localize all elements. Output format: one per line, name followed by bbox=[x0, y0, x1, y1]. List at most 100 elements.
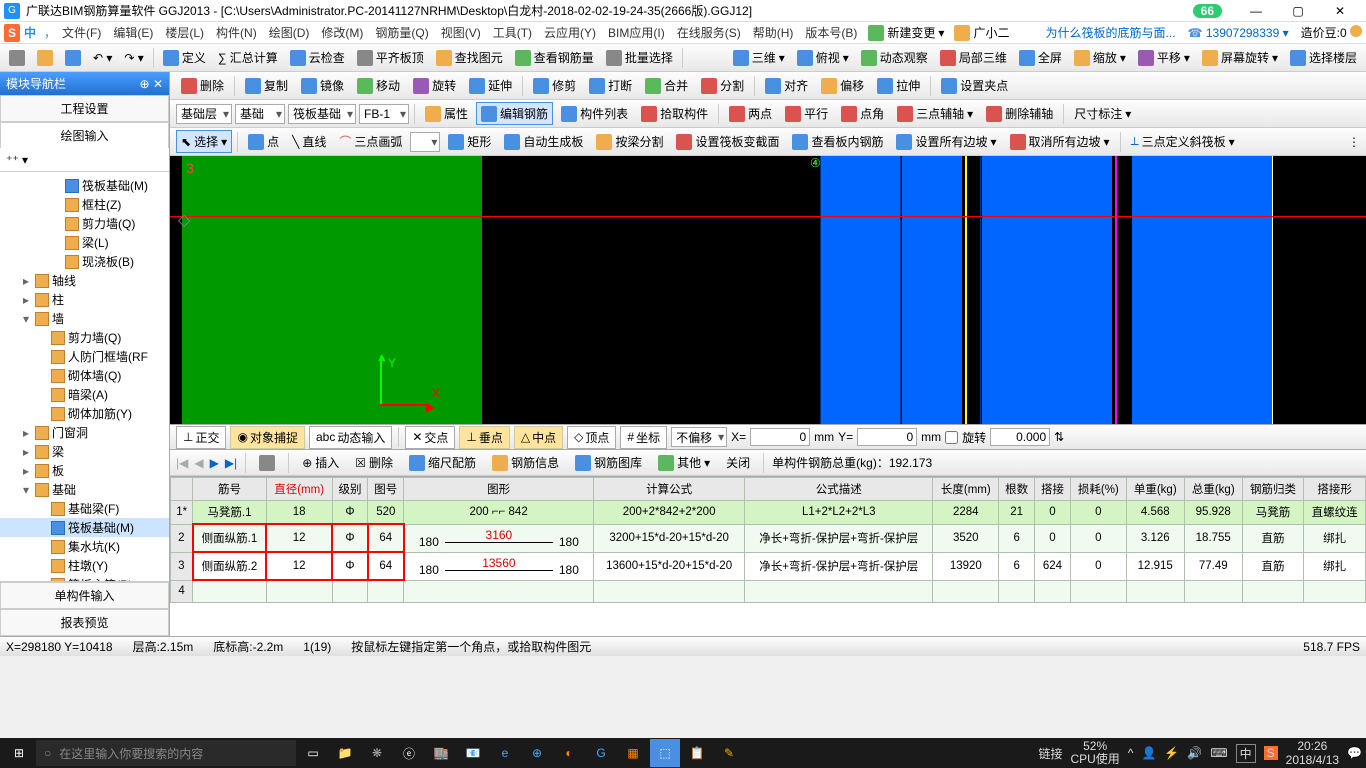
minimize-button[interactable]: — bbox=[1242, 4, 1270, 18]
tree-item[interactable]: ▸柱 bbox=[0, 290, 169, 309]
col-header[interactable]: 根数 bbox=[999, 478, 1035, 501]
cell[interactable]: 直螺纹连 bbox=[1304, 501, 1366, 525]
draw-combo[interactable] bbox=[410, 132, 440, 152]
offset-combo[interactable]: 不偏移 bbox=[671, 427, 727, 447]
notification-badge[interactable]: 66 bbox=[1193, 4, 1222, 18]
maximize-button[interactable]: ▢ bbox=[1284, 4, 1312, 18]
auto-gen-button[interactable]: 自动生成板 bbox=[499, 130, 588, 153]
cell[interactable] bbox=[1126, 580, 1184, 602]
cell[interactable]: 侧面纵筋.2 bbox=[193, 552, 266, 580]
cell[interactable] bbox=[1035, 580, 1071, 602]
phone-link[interactable]: ☎ 13907298339 ▾ bbox=[1188, 26, 1289, 40]
tree-item[interactable]: ▾基础 bbox=[0, 480, 169, 499]
edit-延伸[interactable]: 延伸 bbox=[464, 74, 517, 97]
three-point-aux-button[interactable]: 三点辅轴 ▾ bbox=[892, 102, 978, 125]
cell[interactable]: 18 bbox=[266, 501, 332, 525]
cell[interactable]: 0 bbox=[1035, 501, 1071, 525]
tray-volume-icon[interactable]: 🔊 bbox=[1187, 746, 1202, 760]
tree-item[interactable]: ▸门窗洞 bbox=[0, 423, 169, 442]
edit-分割[interactable]: 分割 bbox=[696, 74, 749, 97]
nav-last[interactable]: ▶| bbox=[225, 456, 237, 470]
tree-item[interactable]: 集水坑(K) bbox=[0, 537, 169, 556]
tree-item[interactable]: 砌体墙(Q) bbox=[0, 366, 169, 385]
cell[interactable]: 21 bbox=[999, 501, 1035, 525]
col-header[interactable]: 计算公式 bbox=[594, 478, 745, 501]
cancel-slope-button[interactable]: 取消所有边坡 ▾ bbox=[1005, 130, 1115, 153]
col-header[interactable]: 直径(mm) bbox=[266, 478, 332, 501]
osnap-button[interactable]: ◉对象捕捉 bbox=[230, 426, 305, 449]
delete-row-button[interactable]: ☒ 删除 bbox=[350, 451, 398, 474]
app-4[interactable]: 🏬 bbox=[426, 739, 456, 767]
cell[interactable]: 净长+弯折-保护层+弯折-保护层 bbox=[745, 552, 933, 580]
cell[interactable] bbox=[404, 580, 594, 602]
tab-draw-input[interactable]: 绘图输入 bbox=[0, 122, 169, 148]
cell[interactable]: Φ bbox=[332, 524, 368, 552]
action-center-icon[interactable]: 💬 bbox=[1347, 746, 1362, 760]
cell[interactable] bbox=[1184, 580, 1242, 602]
nav-next[interactable]: ▶ bbox=[210, 456, 219, 470]
menu-bim[interactable]: BIM应用(I) bbox=[602, 24, 671, 41]
tree-item[interactable]: 剪力墙(Q) bbox=[0, 214, 169, 233]
table-row[interactable]: 3侧面纵筋.212Φ641801356018013600+15*d-20+15*… bbox=[171, 552, 1366, 580]
expand-icon[interactable]: ⁺⁺ ▾ bbox=[6, 153, 28, 167]
lock-button[interactable] bbox=[254, 452, 280, 474]
rotate-input[interactable] bbox=[990, 428, 1050, 446]
tree-item[interactable]: 现浇板(B) bbox=[0, 252, 169, 271]
props-button[interactable]: 属性 bbox=[420, 102, 473, 125]
tray-people-icon[interactable]: 👤 bbox=[1141, 746, 1156, 760]
cell[interactable]: 18.755 bbox=[1184, 524, 1242, 552]
menu-edit[interactable]: 编辑(E) bbox=[107, 24, 159, 41]
tree-item[interactable]: ▾墙 bbox=[0, 309, 169, 328]
tree-item[interactable]: ▸轴线 bbox=[0, 271, 169, 290]
edit-复制[interactable]: 复制 bbox=[240, 74, 293, 97]
zoom-button[interactable]: 缩放 ▾ bbox=[1069, 46, 1131, 69]
pan-button[interactable]: 平移 ▾ bbox=[1133, 46, 1195, 69]
rebar-info-button[interactable]: 钢筋信息 bbox=[487, 451, 564, 474]
tree-item[interactable]: ▸梁 bbox=[0, 442, 169, 461]
tab-project-settings[interactable]: 工程设置 bbox=[0, 95, 169, 122]
rotate-checkbox[interactable] bbox=[945, 431, 958, 444]
layer-combo-1[interactable]: 基础层 bbox=[176, 104, 232, 124]
cell[interactable]: 0 bbox=[1070, 552, 1126, 580]
tree-item[interactable]: 暗梁(A) bbox=[0, 385, 169, 404]
app-12[interactable]: 📋 bbox=[682, 739, 712, 767]
ime-lang[interactable]: 中 bbox=[24, 24, 36, 41]
tree-item[interactable]: 柱墩(Y) bbox=[0, 556, 169, 575]
cell[interactable]: 0 bbox=[1070, 524, 1126, 552]
edit-镜像[interactable]: 镜像 bbox=[296, 74, 349, 97]
app-8[interactable]: ◐ bbox=[554, 739, 584, 767]
snap-mid[interactable]: △ 中点 bbox=[514, 426, 563, 449]
edit-偏移[interactable]: 偏移 bbox=[816, 74, 869, 97]
cell[interactable]: L1+2*L2+2*L3 bbox=[745, 501, 933, 525]
snap-perp[interactable]: ⊥ 垂点 bbox=[459, 426, 509, 449]
tray-keyboard-icon[interactable]: ⌨ bbox=[1210, 746, 1227, 760]
close-panel-button[interactable]: 关闭 bbox=[721, 451, 755, 474]
tool-save[interactable] bbox=[60, 47, 86, 69]
tree-item[interactable]: 梁(L) bbox=[0, 233, 169, 252]
cell[interactable]: 3.126 bbox=[1126, 524, 1184, 552]
menu-view[interactable]: 视图(V) bbox=[435, 24, 487, 41]
tab-single-input[interactable]: 单构件输入 bbox=[0, 582, 169, 609]
layer-combo-3[interactable]: 筏板基础 bbox=[288, 104, 356, 124]
top-view-button[interactable]: 俯视 ▾ bbox=[792, 46, 854, 69]
cell[interactable]: 绑扎 bbox=[1304, 552, 1366, 580]
calc-button[interactable]: ∑ 汇总计算 bbox=[213, 46, 283, 69]
cell[interactable]: Φ bbox=[332, 501, 368, 525]
edit-旋转[interactable]: 旋转 bbox=[408, 74, 461, 97]
cell[interactable]: 200 ⌐⌐ 842 bbox=[404, 501, 594, 525]
user-button[interactable]: 广小二 bbox=[949, 21, 1014, 44]
more-icon[interactable]: ⋮ bbox=[1348, 135, 1360, 149]
notice-link[interactable]: 为什么筏板的底筋与面... bbox=[1046, 24, 1176, 41]
delete-aux-button[interactable]: 删除辅轴 bbox=[981, 102, 1058, 125]
cell[interactable]: 4.568 bbox=[1126, 501, 1184, 525]
align-top-button[interactable]: 平齐板顶 bbox=[352, 46, 429, 69]
select-floor-button[interactable]: 选择楼层 bbox=[1285, 46, 1362, 69]
cell[interactable]: 3200+15*d-20+15*d-20 bbox=[594, 524, 745, 552]
close-button[interactable]: ✕ bbox=[1326, 4, 1354, 18]
menu-modify[interactable]: 修改(M) bbox=[315, 24, 369, 41]
scale-rebar-button[interactable]: 缩尺配筋 bbox=[404, 451, 481, 474]
view-3d-button[interactable]: 三维 ▾ bbox=[728, 46, 790, 69]
col-header[interactable]: 图形 bbox=[404, 478, 594, 501]
menu-help[interactable]: 帮助(H) bbox=[747, 24, 800, 41]
cell[interactable] bbox=[368, 580, 404, 602]
